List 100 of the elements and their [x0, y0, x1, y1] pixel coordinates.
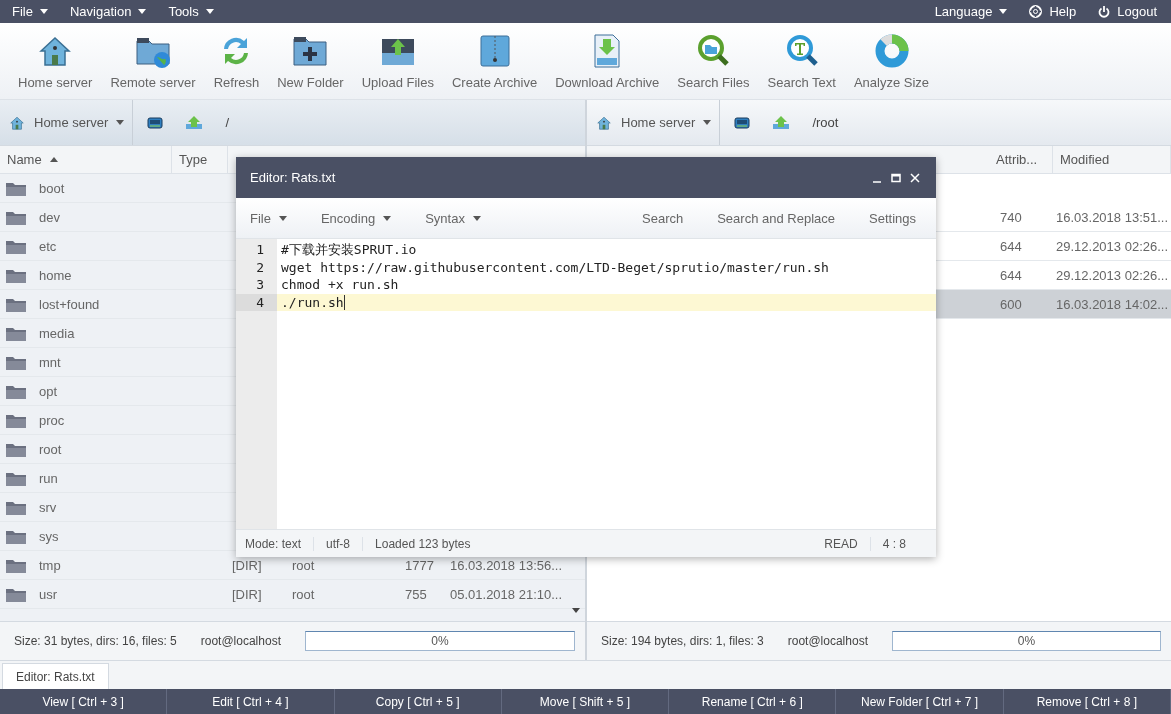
file-row[interactable]: usr [DIR] root 755 05.01.2018 21:10... — [0, 580, 585, 609]
toolbar-button[interactable]: Upload Files — [361, 33, 434, 90]
cell-text: 644 — [1000, 267, 1022, 283]
function-key-button[interactable]: View [ Ctrl + 3 ] — [0, 689, 168, 714]
cell-text: [DIR] — [232, 586, 262, 602]
toolbar-button[interactable]: Search and Replace — [717, 210, 835, 226]
cell-text: 740 — [1000, 209, 1022, 225]
drive-button[interactable] — [147, 116, 164, 129]
menu-item[interactable]: Help — [1029, 0, 1077, 23]
drive-button[interactable] — [734, 116, 751, 129]
toolbar-button[interactable]: Create Archive — [451, 33, 538, 90]
file-name: dev — [39, 209, 60, 225]
caret-icon — [138, 9, 147, 14]
cell-text: [DIR] — [232, 557, 262, 573]
menu-item[interactable]: File — [250, 210, 287, 226]
function-key-button[interactable]: Remove [ Ctrl + 8 ] — [1003, 689, 1171, 714]
menu-item[interactable]: Logout — [1098, 0, 1157, 23]
scroll-down-arrow-icon — [572, 608, 580, 613]
code-line: wget https://raw.githubusercontent.com/LTD-Beget/sprutio/master/run.sh — [281, 258, 829, 276]
code-line: ./run.sh — [281, 293, 344, 311]
upload-arrow-icon — [185, 115, 204, 130]
file-name: home — [39, 267, 72, 283]
server-dropdown[interactable]: Home server — [0, 100, 134, 145]
toolbar-button[interactable]: Search Files — [677, 33, 750, 90]
file-name: proc — [39, 412, 65, 428]
folder-icon — [6, 557, 26, 573]
column-header[interactable]: Type — [172, 146, 228, 173]
toolbar-button[interactable]: Search — [642, 210, 684, 226]
file-name: mnt — [39, 354, 61, 370]
status-text: Mode: text — [236, 536, 315, 551]
folder-icon — [6, 499, 26, 515]
menu-item[interactable]: Encoding — [320, 210, 392, 226]
file-name: boot — [39, 180, 65, 196]
folder-icon — [6, 586, 26, 602]
donut-chart-icon — [873, 33, 910, 69]
line-number: 3 — [255, 276, 265, 294]
function-key-button[interactable]: New Folder [ Ctrl + 7 ] — [836, 689, 1004, 714]
column-header[interactable]: Attrib... — [989, 146, 1053, 173]
toolbar-button[interactable]: Analyze Size — [853, 33, 930, 90]
menu-item[interactable]: Navigation — [69, 0, 147, 23]
drive-icon — [147, 116, 164, 129]
progress-reading: 0% — [1017, 634, 1036, 648]
caret-icon — [703, 120, 712, 125]
close-button[interactable] — [910, 172, 920, 183]
status-text: Loaded 123 bytes — [374, 536, 472, 551]
menu-item[interactable]: Language — [934, 0, 1008, 23]
folder-icon — [6, 209, 26, 225]
function-key-button[interactable]: Copy [ Ctrl + 5 ] — [334, 689, 502, 714]
host-label: root@localhost — [200, 634, 281, 648]
maximize-button[interactable] — [891, 172, 901, 183]
code-line: chmod +x run.sh — [281, 276, 399, 294]
caret-icon — [116, 120, 125, 125]
toolbar-button[interactable]: Home server — [18, 33, 93, 90]
status-text: READ — [812, 536, 871, 551]
cell-text: 600 — [1000, 296, 1022, 312]
folder-icon — [6, 383, 26, 399]
caret-icon — [39, 9, 48, 14]
function-key-button[interactable]: Edit [ Ctrl + 4 ] — [167, 689, 335, 714]
cell-text: 1777 — [405, 557, 434, 573]
cell-text: 05.01.2018 21:10... — [450, 586, 563, 602]
function-key-button[interactable]: Move [ Shift + 5 ] — [501, 689, 670, 714]
function-key-button[interactable]: Rename [ Ctrl + 6 ] — [669, 689, 837, 714]
file-name: srv — [39, 499, 57, 515]
cell-text: 16.03.2018 14:02... — [1056, 296, 1169, 312]
minimize-icon — [872, 180, 882, 183]
tab[interactable]: Editor: Rats.txt — [2, 663, 109, 689]
file-name: run — [39, 470, 58, 486]
folder-icon — [6, 180, 26, 196]
folder-icon — [6, 325, 26, 341]
file-name: lost+found — [39, 296, 100, 312]
maximize-icon — [891, 172, 901, 183]
toolbar-button[interactable]: Download Archive — [555, 33, 660, 90]
folder-icon — [6, 528, 26, 544]
toolbar-button[interactable]: Refresh — [213, 33, 260, 90]
menu-item[interactable]: Tools — [168, 0, 214, 23]
cell-text: 29.12.2013 02:26... — [1056, 267, 1169, 283]
toolbar-button[interactable]: Settings — [869, 210, 916, 226]
menu-item[interactable]: File — [12, 0, 48, 23]
toolbar-button[interactable]: Search Text — [767, 33, 836, 90]
house-icon — [595, 114, 613, 131]
menu-item[interactable]: Syntax — [425, 210, 481, 226]
file-name: usr — [39, 586, 58, 602]
path-label: / — [225, 115, 230, 130]
file-name: etc — [39, 238, 57, 254]
caret-icon — [383, 215, 392, 221]
column-header[interactable]: Name — [0, 146, 172, 173]
caret-icon — [999, 9, 1008, 14]
close-icon — [910, 172, 920, 183]
cell-text: 644 — [1000, 238, 1022, 254]
toolbar-button[interactable]: Remote server — [110, 33, 196, 90]
file-name: sys — [39, 528, 59, 544]
cell-text: 16.03.2018 13:56... — [450, 557, 563, 573]
cell-text: root — [292, 586, 315, 602]
toolbar-button[interactable]: New Folder — [277, 33, 344, 90]
cell-text: root — [292, 557, 315, 573]
folder-icon — [6, 296, 26, 312]
cell-text: 29.12.2013 02:26... — [1056, 238, 1169, 254]
code-line: #下载并安装SPRUT.io — [281, 241, 417, 259]
server-dropdown[interactable]: Home server — [587, 100, 721, 145]
column-header[interactable]: Modified — [1053, 146, 1171, 173]
